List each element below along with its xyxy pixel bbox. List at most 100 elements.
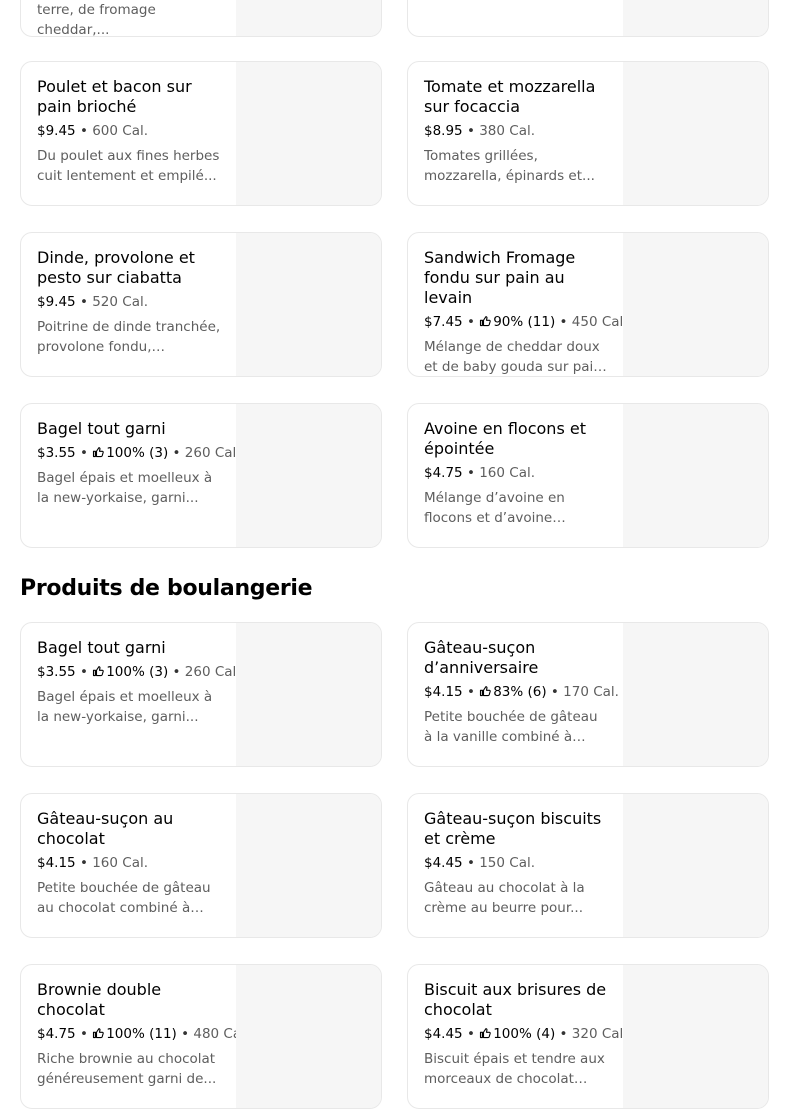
menu-item-meta: $4.45 • 150 Cal. <box>424 855 536 871</box>
thumbs-up-icon <box>93 447 104 458</box>
menu-item-title: Avoine en flocons et épointée <box>424 419 586 458</box>
menu-item-meta: $4.75 • 100% (11) • 480 Cal. <box>37 1026 250 1042</box>
menu-item-price: $4.45 <box>424 1026 463 1042</box>
menu-item-info: Dinde, provolone et pesto sur ciabatta $9… <box>37 248 223 357</box>
menu-item-card[interactable]: Gâteau-suçon au chocolat $4.15 • 160 Cal.… <box>20 793 382 938</box>
menu-item-description: Bagel épais et moelleux à la new-yorkais… <box>37 689 213 725</box>
menu-item-price: $3.55 <box>37 445 76 461</box>
menu-item-card[interactable]: Gâteau-suçon biscuits et crème $4.45 • 15… <box>407 793 769 938</box>
menu-item-meta: $4.15 • 160 Cal. <box>37 855 149 871</box>
menu-item-image <box>236 0 381 36</box>
menu-item-image <box>236 794 381 937</box>
menu-item-card-partial-right[interactable]: ... <box>407 0 769 37</box>
menu-item-meta: $8.95 • 380 Cal. <box>424 123 536 139</box>
menu-item-description: Petite bouchée de gâteau à la vanille co… <box>424 709 598 745</box>
menu-item-card[interactable]: Brownie double chocolat $4.75 • 100% (11)… <box>20 964 382 1109</box>
menu-item-description: Tomates grillées, mozzarella, épinards e… <box>424 148 595 184</box>
menu-item-description: Gâteau au chocolat à la crème au beurre … <box>424 880 585 916</box>
menu-item-title: Sandwich Fromage fondu sur pain au levai… <box>424 248 576 307</box>
menu-item-title: Gâteau-suçon d’anniversaire <box>424 638 539 677</box>
menu-item-calories: 520 Cal. <box>92 294 149 310</box>
menu-item-calories: 260 Cal. <box>184 664 241 680</box>
menu-item-rating: 90% (11) <box>493 314 556 330</box>
section-title: Produits de boulangerie <box>20 576 313 601</box>
menu-item-title: Tomate et mozzarella sur focaccia <box>424 77 596 116</box>
menu-item-info: Bagel tout garni $3.55 • 100% (3) • 260 C… <box>37 419 241 508</box>
menu-item-price: $8.95 <box>424 123 463 139</box>
menu-item-meta: $4.75 • 160 Cal. <box>424 465 536 481</box>
menu-item-rating: 100% (11) <box>106 1026 177 1042</box>
menu-item-card[interactable]: Biscuit aux brisures de chocolat $4.45 • … <box>407 964 769 1109</box>
menu-item-meta: $9.45 • 520 Cal. <box>37 294 149 310</box>
menu-item-calories: 380 Cal. <box>479 123 536 139</box>
menu-item-rating: 100% (3) <box>106 664 169 680</box>
menu-item-image <box>623 404 768 547</box>
menu-item-image <box>623 62 768 205</box>
menu-item-info: Tomate et mozzarella sur focaccia $8.95 •… <box>424 77 610 186</box>
menu-item-description: Riche brownie au chocolat généreusement … <box>37 1051 217 1087</box>
menu-item-price: $9.45 <box>37 123 76 139</box>
menu-item-info: ... <box>424 0 610 20</box>
menu-item-calories: 160 Cal. <box>479 465 536 481</box>
menu-item-description: Biscuit épais et tendre aux morceaux de … <box>424 1051 605 1087</box>
menu-item-title: Gâteau-suçon biscuits et crème <box>424 809 602 848</box>
menu-item-price: $4.75 <box>37 1026 76 1042</box>
thumbs-up-icon <box>480 686 491 697</box>
menu-item-info: Sandwich Fromage fondu sur pain au levai… <box>424 248 628 376</box>
menu-item-rating: 83% (6) <box>493 684 547 700</box>
menu-item-meta: $4.15 • 83% (6) • 170 Cal. <box>424 684 619 700</box>
menu-item-info: Gâteau-suçon d’anniversaire $4.15 • 83% (… <box>424 638 619 747</box>
menu-item-calories: 600 Cal. <box>92 123 149 139</box>
menu-item-image <box>623 794 768 937</box>
menu-item-price: $4.15 <box>37 855 76 871</box>
menu-item-info: terre, de fromage cheddar,... <box>37 0 223 37</box>
menu-item-meta: $9.45 • 600 Cal. <box>37 123 149 139</box>
menu-item-card[interactable]: Tomate et mozzarella sur focaccia $8.95 •… <box>407 61 769 206</box>
menu-item-card[interactable]: Dinde, provolone et pesto sur ciabatta $9… <box>20 232 382 377</box>
menu-item-info: Avoine en flocons et épointée $4.75 • 160… <box>424 419 610 528</box>
menu-item-meta: $3.55 • 100% (3) • 260 Cal. <box>37 445 241 461</box>
menu-item-image <box>236 62 381 205</box>
thumbs-up-icon <box>93 666 104 677</box>
menu-item-info: Gâteau-suçon au chocolat $4.15 • 160 Cal.… <box>37 809 223 918</box>
menu-item-description: ... <box>424 0 610 20</box>
menu-item-price: $4.15 <box>424 684 463 700</box>
menu-item-card[interactable]: Avoine en flocons et épointée $4.75 • 160… <box>407 403 769 548</box>
menu-item-image <box>236 623 381 766</box>
menu-item-description: terre, de fromage cheddar,... <box>37 2 156 37</box>
menu-item-image <box>623 0 768 36</box>
menu-item-calories: 450 Cal. <box>571 314 628 330</box>
menu-item-image <box>236 965 381 1108</box>
menu-item-meta: $7.45 • 90% (11) • 450 Cal. <box>424 314 628 330</box>
menu-item-title: Dinde, provolone et pesto sur ciabatta <box>37 248 195 287</box>
menu-item-description: Mélange d’avoine en flocons et d’avoine … <box>424 490 565 526</box>
menu-item-card[interactable]: Gâteau-suçon d’anniversaire $4.15 • 83% (… <box>407 622 769 767</box>
menu-item-image <box>236 233 381 376</box>
menu-item-title: Gâteau-suçon au chocolat <box>37 809 174 848</box>
menu-item-card-partial-left[interactable]: terre, de fromage cheddar,... <box>20 0 382 37</box>
menu-item-description: Mélange de cheddar doux et de baby gouda… <box>424 339 602 375</box>
menu-item-card[interactable]: Bagel tout garni $3.55 • 100% (3) • 260 C… <box>20 403 382 548</box>
menu-item-info: Gâteau-suçon biscuits et crème $4.45 • 15… <box>424 809 610 918</box>
menu-item-card[interactable]: Poulet et bacon sur pain brioché $9.45 • … <box>20 61 382 206</box>
menu-item-price: $9.45 <box>37 294 76 310</box>
menu-item-price: $4.75 <box>424 465 463 481</box>
menu-item-price: $3.55 <box>37 664 76 680</box>
thumbs-up-icon <box>480 316 491 327</box>
menu-item-card[interactable]: Sandwich Fromage fondu sur pain au levai… <box>407 232 769 377</box>
menu-item-calories: 150 Cal. <box>479 855 536 871</box>
menu-item-title: Biscuit aux brisures de chocolat <box>424 980 607 1019</box>
menu-item-calories: 260 Cal. <box>184 445 241 461</box>
menu-item-image <box>236 404 381 547</box>
menu-item-description: Petite bouchée de gâteau au chocolat com… <box>37 880 211 916</box>
menu-item-card[interactable]: Bagel tout garni $3.55 • 100% (3) • 260 C… <box>20 622 382 767</box>
menu-item-description: Poitrine de dinde tranchée, provolone fo… <box>37 319 221 355</box>
menu-item-image <box>623 623 768 766</box>
thumbs-up-icon <box>480 1028 491 1039</box>
menu-item-info: Bagel tout garni $3.55 • 100% (3) • 260 C… <box>37 638 241 727</box>
menu-item-title: Bagel tout garni <box>37 419 166 438</box>
menu-item-description: Bagel épais et moelleux à la new-yorkais… <box>37 470 213 506</box>
menu-item-info: Poulet et bacon sur pain brioché $9.45 • … <box>37 77 223 186</box>
menu-item-calories: 320 Cal. <box>571 1026 628 1042</box>
menu-item-image <box>623 233 768 376</box>
